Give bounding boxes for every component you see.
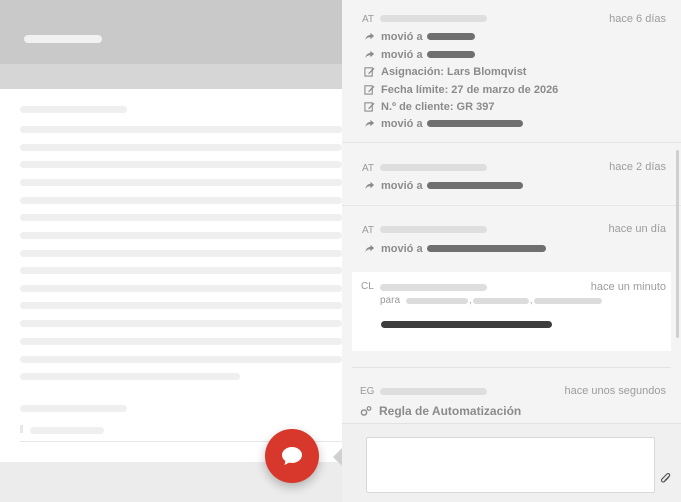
panel-scrollbar[interactable] xyxy=(676,150,679,338)
recipients-line: para , , xyxy=(380,295,602,306)
share-arrow-icon xyxy=(365,181,375,190)
content-placeholder xyxy=(20,250,342,257)
content-placeholder xyxy=(20,106,127,113)
content-placeholder xyxy=(20,161,342,168)
share-arrow-icon xyxy=(365,50,375,59)
activity-line: movió a xyxy=(364,28,475,45)
user-name-placeholder xyxy=(380,388,487,395)
content-placeholder xyxy=(20,405,127,412)
recipient-chip xyxy=(406,297,469,304)
edit-icon xyxy=(364,67,375,77)
share-arrow-icon xyxy=(365,119,375,128)
cogs-icon xyxy=(360,406,372,416)
activity-line: Asignación: Lars Blomqvist xyxy=(364,63,530,80)
redacted-value xyxy=(426,51,475,58)
activity-line: movió a xyxy=(364,46,475,63)
checkbox-placeholder xyxy=(20,425,23,433)
comment-composer xyxy=(342,423,681,502)
user-initials: AT xyxy=(362,225,375,236)
activity-entry: AT hace 2 días movió a xyxy=(342,143,681,206)
content-placeholder xyxy=(20,285,342,292)
content-placeholder xyxy=(20,302,342,309)
content-placeholder xyxy=(30,427,104,434)
share-arrow-icon xyxy=(365,244,375,253)
edit-icon xyxy=(364,85,375,95)
activity-entry: AT hace un día movió a xyxy=(342,206,681,268)
activity-entry: AT hace 6 días movió a movió a Asignació… xyxy=(342,0,681,143)
user-name-placeholder xyxy=(380,164,487,171)
entry-timestamp: hace 6 días xyxy=(609,13,666,25)
user-initials: CL xyxy=(361,281,374,292)
user-initials: AT xyxy=(362,14,375,25)
content-placeholder xyxy=(20,197,342,204)
content-placeholder xyxy=(20,232,342,239)
activity-panel: AT hace 6 días movió a movió a Asignació… xyxy=(342,0,681,502)
activity-line: movió a xyxy=(364,177,523,194)
entry-timestamp: hace 2 días xyxy=(609,161,666,173)
automation-rule-line: Regla de Automatización xyxy=(360,404,521,418)
user-initials: EG xyxy=(360,386,375,397)
user-name-placeholder xyxy=(380,15,487,22)
comment-text-placeholder xyxy=(381,321,552,328)
entry-timestamp: hace un minuto xyxy=(590,281,666,293)
activity-line: movió a xyxy=(364,115,523,132)
recipient-chip xyxy=(472,297,529,304)
share-arrow-icon xyxy=(365,32,375,41)
content-placeholder xyxy=(20,338,342,345)
comment-entry: CL hace un minuto para , , xyxy=(352,272,671,351)
main-subheader xyxy=(0,64,342,89)
main-content-area xyxy=(0,0,342,502)
content-placeholder xyxy=(20,356,342,363)
content-placeholder xyxy=(20,214,342,221)
entry-timestamp: hace un día xyxy=(608,223,667,235)
edit-icon xyxy=(364,102,375,112)
redacted-value xyxy=(426,182,523,189)
recipient-chip xyxy=(533,297,602,304)
content-placeholder xyxy=(20,320,342,327)
comment-input[interactable] xyxy=(366,437,655,493)
content-placeholder xyxy=(20,267,342,274)
redacted-value xyxy=(426,120,523,127)
activity-line: movió a xyxy=(364,240,546,257)
entry-timestamp: hace unos segundos xyxy=(564,385,666,397)
content-placeholder xyxy=(20,373,240,380)
activity-line: Fecha límite: 27 de marzo de 2026 xyxy=(364,81,562,98)
user-name-placeholder xyxy=(380,284,487,291)
content-placeholder xyxy=(20,144,342,151)
paperclip-icon[interactable] xyxy=(660,472,672,486)
header-title-placeholder xyxy=(24,35,102,43)
content-placeholder xyxy=(20,126,342,133)
panel-pointer xyxy=(333,448,342,466)
user-initials: AT xyxy=(362,163,375,174)
chat-bubble-icon xyxy=(282,447,302,465)
chat-fab-button[interactable] xyxy=(265,429,319,483)
redacted-value xyxy=(426,33,475,40)
activity-line: N.º de cliente: GR 397 xyxy=(364,98,498,115)
main-header xyxy=(0,0,342,64)
redacted-value xyxy=(426,245,546,252)
user-name-placeholder xyxy=(380,226,487,233)
content-placeholder xyxy=(20,179,342,186)
